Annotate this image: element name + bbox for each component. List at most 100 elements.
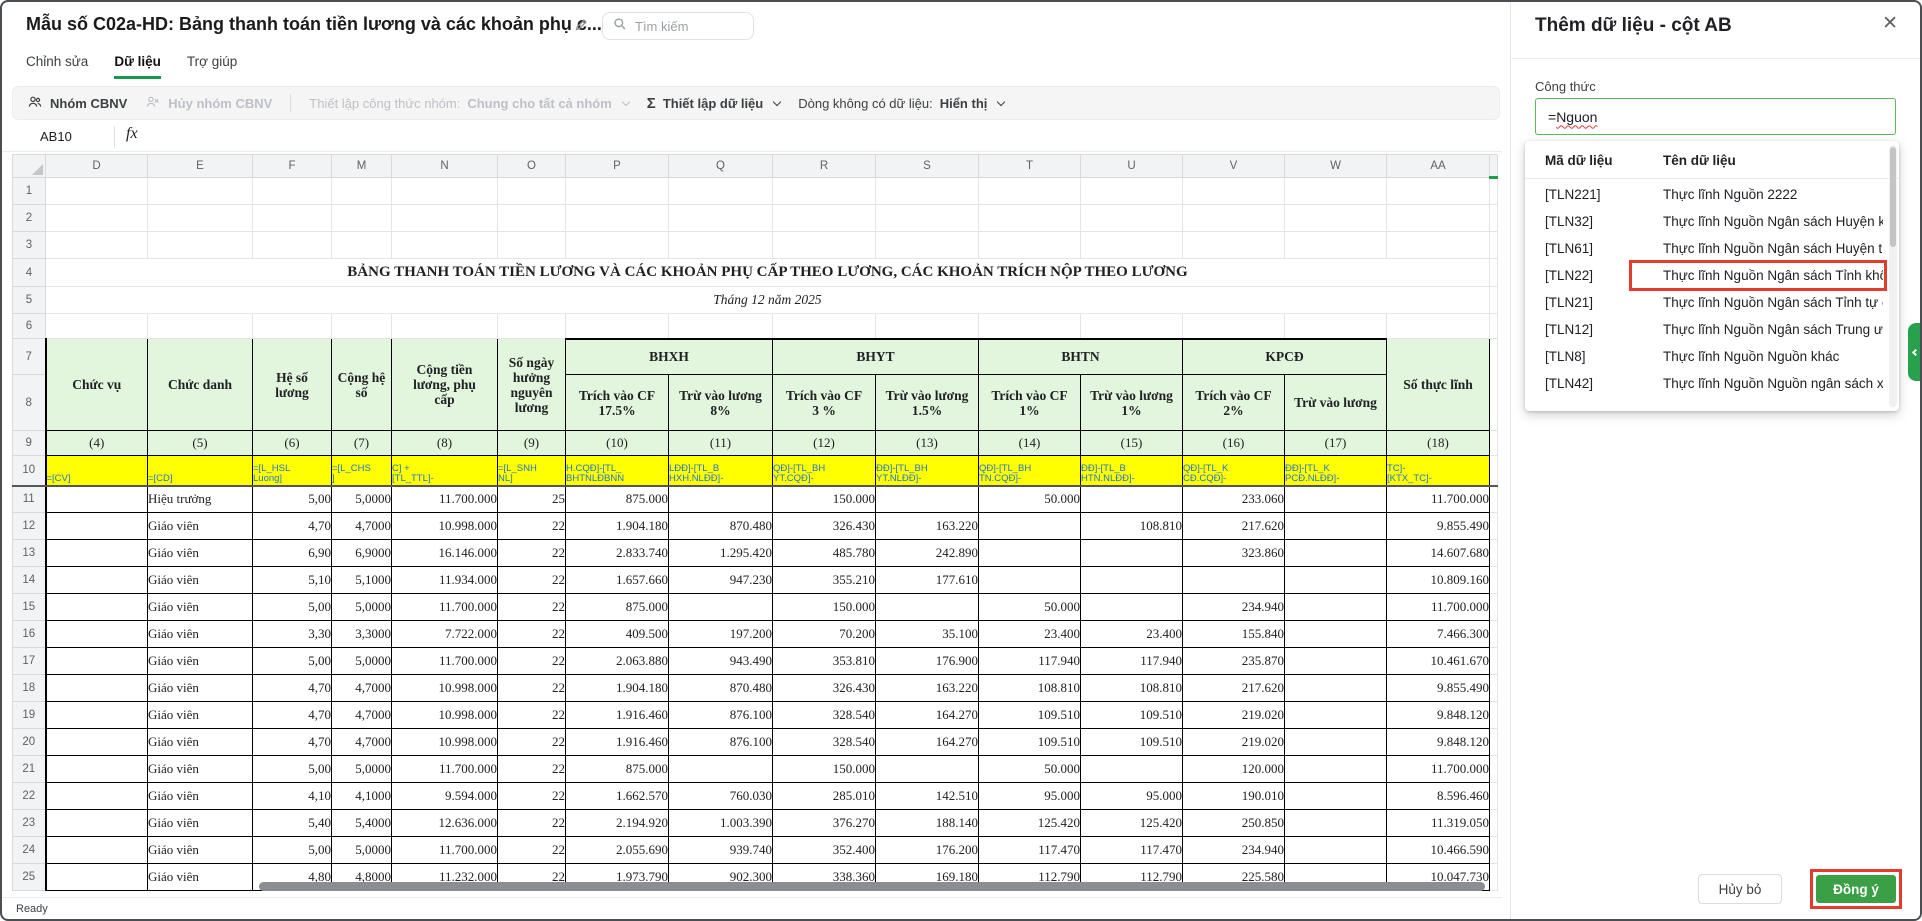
dropdown-item[interactable]: [TLN221]Thực lĩnh Nguồn 2222 [1525,181,1899,208]
cell[interactable]: 108.810 [1081,675,1183,702]
cell[interactable]: 190.010 [1183,783,1285,810]
cell[interactable]: 142.510 [876,783,979,810]
cell[interactable]: Giáo viên [148,837,253,864]
cell[interactable] [1490,837,1498,864]
cell[interactable]: 352.400 [773,837,876,864]
cell[interactable]: 11.700.000 [392,486,498,513]
cell[interactable]: 6,9000 [332,540,392,567]
cell[interactable] [669,232,773,259]
row-header-11[interactable]: 11 [13,486,46,513]
cell[interactable]: 10.466.590 [1387,837,1490,864]
column-header-M[interactable]: M [332,155,392,178]
cell[interactable]: 323.860 [1183,540,1285,567]
cell[interactable]: 176.200 [876,837,979,864]
cell[interactable] [876,205,979,232]
cell[interactable]: 16.146.000 [392,540,498,567]
cell[interactable]: 11.700.000 [1387,486,1490,513]
cell[interactable] [46,513,148,540]
table-header[interactable]: Chức danh [148,339,253,431]
column-header-V[interactable]: V [1183,155,1285,178]
formula-cell[interactable]: QĐ]-[TL_KCĐ.CQĐ]- [1183,456,1285,486]
cell[interactable]: 108.810 [979,675,1081,702]
cell[interactable]: 11.700.000 [392,837,498,864]
cell[interactable] [46,232,148,259]
cell[interactable]: 10.809.160 [1387,567,1490,594]
table-subheader[interactable]: Trừ vào lương [1285,375,1387,431]
cell[interactable]: 234.940 [1183,594,1285,621]
cell[interactable]: 108.810 [1081,513,1183,540]
cell[interactable] [46,648,148,675]
cell[interactable]: 11.700.000 [392,594,498,621]
cell[interactable] [148,232,253,259]
cell[interactable]: 22 [498,756,566,783]
cell[interactable] [566,232,669,259]
cell[interactable] [332,314,392,339]
cell[interactable]: 1.916.460 [566,729,669,756]
cell[interactable]: 7.722.000 [392,621,498,648]
row-header-3[interactable]: 3 [13,232,46,259]
cell[interactable]: 5,4000 [332,810,392,837]
cell[interactable]: 1.657.660 [566,567,669,594]
cell[interactable]: 7.466.300 [1387,621,1490,648]
cell[interactable] [1285,232,1387,259]
cell[interactable]: 5,00 [253,594,332,621]
cell[interactable]: Hiệu trưởng [148,486,253,513]
column-number-cell[interactable]: (7) [332,431,392,456]
cell[interactable]: 9.848.120 [1387,729,1490,756]
cell[interactable] [773,205,876,232]
cell[interactable] [1285,648,1387,675]
select-all-corner[interactable] [13,155,46,178]
cell[interactable]: 150.000 [773,756,876,783]
cell[interactable] [1285,486,1387,513]
cell[interactable]: 163.220 [876,513,979,540]
cell[interactable] [876,178,979,205]
cell[interactable] [1490,648,1498,675]
cell[interactable] [498,314,566,339]
cell[interactable] [1490,259,1498,287]
cell[interactable]: 760.030 [669,783,773,810]
empty-rows-dropdown[interactable]: Dòng không có dữ liệu: Hiển thị [798,96,1004,111]
cell[interactable]: 219.020 [1183,702,1285,729]
cell[interactable]: 5,00 [253,648,332,675]
row-header-10[interactable]: 10 [13,456,46,486]
cell[interactable] [1490,513,1498,540]
cell[interactable]: 376.270 [773,810,876,837]
column-header-Q[interactable]: Q [669,155,773,178]
cell[interactable] [876,314,979,339]
cell[interactable]: 9.855.490 [1387,513,1490,540]
cell[interactable]: 233.060 [1183,486,1285,513]
cell[interactable]: Giáo viên [148,702,253,729]
cell[interactable]: 164.270 [876,729,979,756]
cell[interactable] [1081,232,1183,259]
cell[interactable] [669,756,773,783]
cell[interactable] [669,486,773,513]
cell[interactable] [1490,567,1498,594]
cell[interactable] [46,314,148,339]
table-subheader[interactable]: Trừ vào lương1% [1081,375,1183,431]
cell[interactable] [1285,837,1387,864]
cell[interactable] [46,486,148,513]
cell[interactable]: 11.700.000 [1387,594,1490,621]
cell[interactable] [876,594,979,621]
cell[interactable] [1490,205,1498,232]
cell[interactable] [1285,810,1387,837]
column-header-P[interactable]: P [566,155,669,178]
cell[interactable] [1490,621,1498,648]
cell[interactable]: 485.780 [773,540,876,567]
cell[interactable]: 353.810 [773,648,876,675]
cell[interactable] [46,178,148,205]
cell[interactable]: 10.998.000 [392,702,498,729]
cell[interactable]: 14.607.680 [1387,540,1490,567]
cell[interactable] [332,178,392,205]
cell[interactable]: 150.000 [773,594,876,621]
cell[interactable] [1285,783,1387,810]
cell[interactable]: 6,90 [253,540,332,567]
cell[interactable] [566,178,669,205]
formula-cell[interactable]: QĐ]-[TL_BHTN.CQĐ]- [979,456,1081,486]
table-subheader[interactable]: Trừ vào lương1.5% [876,375,979,431]
row-header-2[interactable]: 2 [13,205,46,232]
cell[interactable]: 4,70 [253,729,332,756]
column-number-cell[interactable]: (16) [1183,431,1285,456]
cell[interactable] [979,205,1081,232]
cell[interactable] [148,178,253,205]
